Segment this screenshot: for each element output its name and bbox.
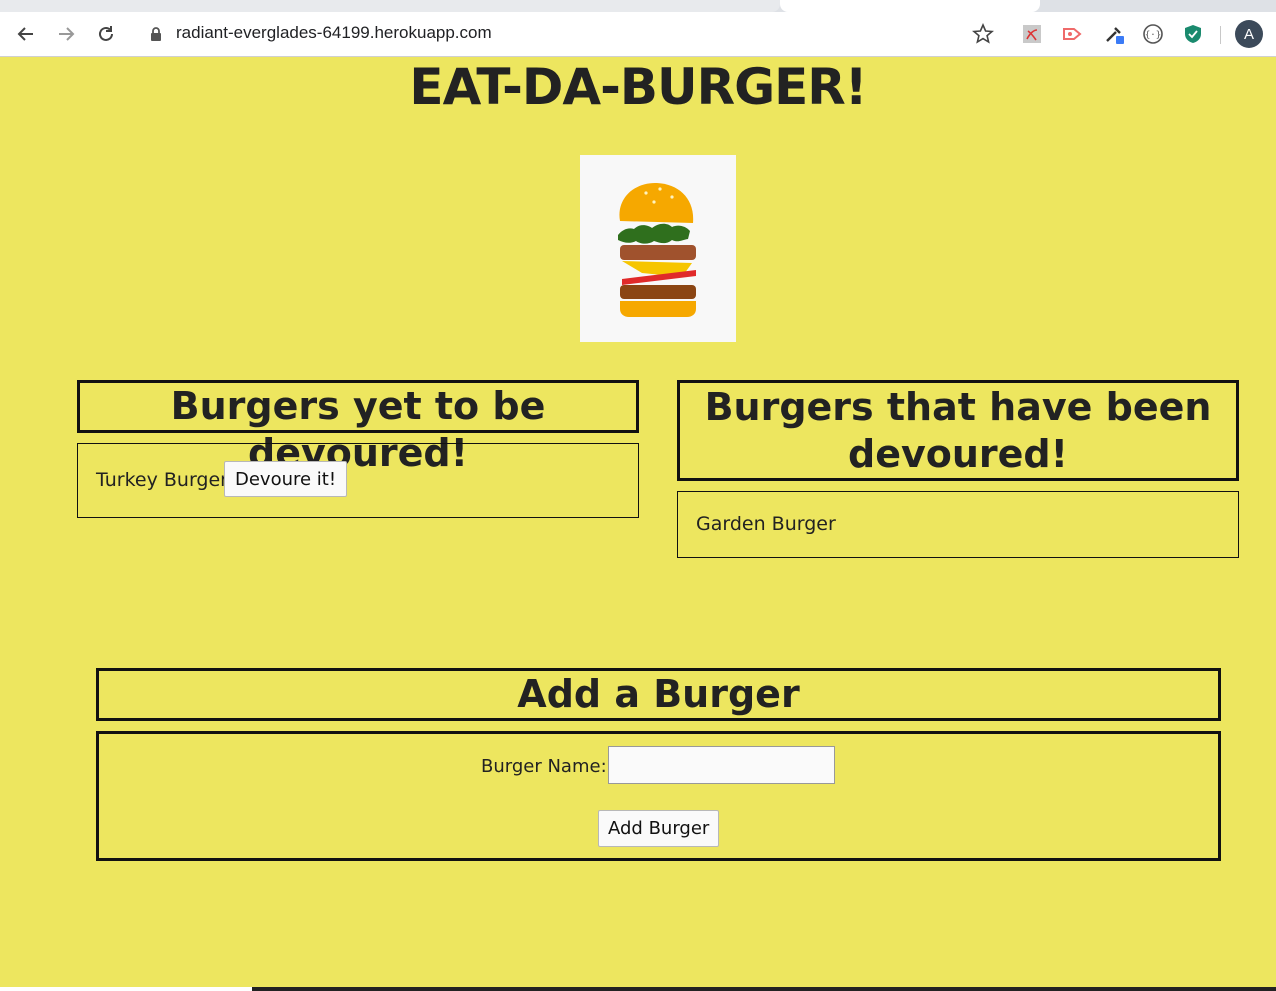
undevoured-heading: Burgers yet to be devoured! bbox=[77, 380, 639, 475]
eyedropper-extension-icon[interactable] bbox=[1102, 22, 1126, 46]
shield-extension-icon[interactable] bbox=[1181, 22, 1205, 46]
burger-name-input[interactable] bbox=[608, 746, 835, 784]
undevoured-list: Turkey Burger Devoure it! bbox=[77, 443, 639, 518]
json-extension-icon[interactable]: {·} bbox=[1141, 22, 1165, 46]
active-tab[interactable] bbox=[780, 0, 1040, 12]
reload-icon[interactable] bbox=[91, 19, 121, 49]
cast-extension-icon[interactable] bbox=[1060, 22, 1084, 46]
address-bar[interactable]: radiant-everglades-64199.herokuapp.com bbox=[176, 23, 492, 43]
list-item: Turkey Burger bbox=[96, 469, 228, 491]
add-burger-form: Burger Name: Add Burger bbox=[96, 731, 1221, 861]
window-bottom-edge bbox=[252, 987, 1276, 991]
toolbar-divider bbox=[1220, 26, 1221, 44]
burger-name-label: Burger Name: bbox=[481, 756, 607, 777]
devoured-list: Garden Burger bbox=[677, 491, 1239, 558]
profile-avatar[interactable]: A bbox=[1235, 20, 1263, 48]
tab-strip bbox=[0, 0, 1276, 12]
add-burger-button[interactable]: Add Burger bbox=[598, 810, 720, 847]
list-item: Garden Burger bbox=[696, 513, 836, 535]
lock-icon[interactable] bbox=[148, 26, 164, 42]
devoured-heading: Burgers that have been devoured! bbox=[677, 380, 1239, 481]
svg-text:{·}: {·} bbox=[1145, 31, 1161, 41]
back-icon[interactable] bbox=[11, 19, 41, 49]
star-icon[interactable] bbox=[971, 22, 995, 46]
inactive-tabs[interactable] bbox=[0, 0, 780, 12]
page-title: EAT-DA-BURGER! bbox=[409, 58, 867, 116]
devour-button[interactable]: Devoure it! bbox=[224, 461, 348, 497]
add-burger-heading: Add a Burger bbox=[96, 668, 1221, 721]
pdf-extension-icon[interactable] bbox=[1020, 22, 1044, 46]
burger-logo-image bbox=[580, 155, 736, 342]
forward-icon[interactable] bbox=[51, 19, 81, 49]
status-area bbox=[0, 987, 252, 991]
browser-toolbar: radiant-everglades-64199.herokuapp.com {… bbox=[0, 12, 1276, 57]
